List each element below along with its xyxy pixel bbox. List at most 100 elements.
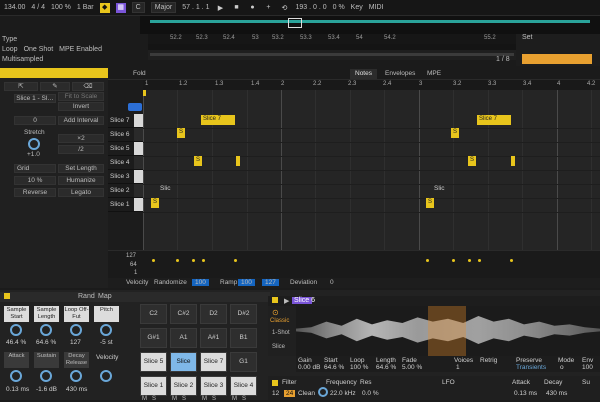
pitch-knob[interactable] [100,324,112,336]
decay-knob[interactable] [70,370,82,382]
clip-ruler[interactable]: 52.2 52.3 52.4 53 53.2 53.3 53.4 54 54.2… [148,34,516,44]
drum-pad[interactable]: Slice 5 [140,352,167,372]
interval-field[interactable]: 0 [14,116,56,125]
stretch-knob[interactable] [28,138,40,150]
velocity-dot[interactable] [468,259,471,262]
velocity-dot[interactable] [510,259,513,262]
velocity-dot[interactable] [452,259,455,262]
macro-sample-length[interactable]: Sample Length [34,306,59,322]
clip-scrollbar[interactable] [148,50,516,60]
drum-pad[interactable]: Slice 7 [200,352,227,372]
key-select[interactable]: C [131,2,145,13]
filter-slope-12[interactable]: 12 [272,390,279,397]
key-row[interactable]: Slice 1 [108,198,143,212]
clip-scroll-thumb[interactable] [150,53,514,56]
midi-note[interactable]: S [194,156,202,166]
drum-pad[interactable]: A1 [170,328,197,348]
randomize-field[interactable]: 100 [192,279,209,286]
frequency-knob[interactable] [318,387,328,397]
key-face[interactable] [134,142,143,155]
device-on-icon[interactable] [272,297,278,303]
position-field[interactable]: 57 . 1 . 1 [182,4,209,11]
filter-type-select[interactable]: Clean [298,390,315,397]
double-button[interactable]: ×2 [58,134,104,143]
deviation-field[interactable]: 0 [330,279,334,286]
preserve-select[interactable]: Transients [516,364,546,371]
one-shot-mode[interactable]: 1-Shot [272,330,290,336]
key-row[interactable]: Slice 4 [108,156,143,170]
solo-button[interactable]: S [242,396,246,402]
tool-erase-icon[interactable]: ⌫ [72,82,104,91]
overview-window[interactable] [288,18,302,28]
midi-note[interactable]: S [451,128,459,138]
loop-icon[interactable]: ⟲ [279,3,289,13]
drum-pad-selected[interactable]: Slice 6 [170,352,197,383]
humanize-amount[interactable]: 10 % [14,176,56,185]
play-icon[interactable]: ▶ [284,297,289,305]
filter-slope-24[interactable]: 24 [284,390,296,397]
drum-pad[interactable]: Slice 4 [230,376,257,396]
macro-decay[interactable]: Decay Release [64,352,89,368]
velocity-lane[interactable]: 127 64 1 [108,250,600,278]
key-row[interactable]: Slice 6 [108,128,143,142]
set-length-button[interactable]: Set Length [58,164,104,173]
gain-value[interactable]: 0.00 dB [298,364,320,371]
macro-pitch[interactable]: Pitch [94,306,119,322]
loop-value[interactable]: 100 % [350,364,368,371]
drum-pad[interactable]: Slice 1 [140,376,167,396]
midi-note[interactable]: S [468,156,476,166]
velocity-dot[interactable] [192,259,195,262]
classic-icon[interactable]: ⊙ [272,308,279,317]
zoom-field[interactable]: 100 % [51,4,71,11]
device-on-icon[interactable] [4,293,10,299]
midi-note[interactable]: Slice 7 [201,115,235,125]
half-button[interactable]: /2 [58,145,104,154]
sample-length-knob[interactable] [40,324,52,336]
macro-sample-start[interactable]: Sample Start [4,306,29,322]
length-value[interactable]: 64.6 % [376,364,396,371]
add-interval-button[interactable]: Add Interval [58,116,104,125]
beat-ruler[interactable]: 1 1.2 1.3 1.4 2 2.2 2.3 2.4 3 3.2 3.3 3.… [143,80,600,90]
link-icon[interactable]: ◆ [99,2,110,13]
voices-value[interactable]: 1 [456,364,460,371]
mpe-button[interactable]: MPE Enabled [59,46,102,53]
one-shot-button[interactable]: One Shot [24,46,54,53]
reverse-button[interactable]: Reverse [14,188,56,197]
key-face[interactable] [134,156,143,169]
midi-note[interactable]: S [426,198,434,208]
note-grid[interactable]: Slice 7 Slice 7 S S S S Slic Slic S S [143,90,600,250]
key-row[interactable]: Slice 3 [108,170,143,184]
res-value[interactable]: 0.0 % [362,390,379,397]
velocity-knob[interactable] [100,370,112,382]
fade-value[interactable]: 5.00 % [402,364,422,371]
mute-button[interactable]: M [142,396,147,402]
frequency-value[interactable]: 22.0 kHz [330,390,356,397]
key-face[interactable] [134,184,143,197]
record-icon[interactable]: ● [247,3,257,13]
map-button[interactable]: Map [98,293,112,300]
macro-loop[interactable]: Loop Off-Fut [64,306,89,322]
humanize-button[interactable]: Humanize [58,176,104,185]
scale-icon[interactable]: ▦ [115,2,126,13]
velocity-dot[interactable] [426,259,429,262]
velocity-dot[interactable] [202,259,205,262]
drum-pad[interactable]: C2 [140,304,167,324]
midi-note[interactable]: S [177,128,185,138]
velocity-dot[interactable] [234,259,237,262]
velocity-dot[interactable] [478,259,481,262]
midi-note[interactable] [236,156,240,166]
set-button[interactable]: Set [522,34,533,41]
overview-strip[interactable] [140,16,600,34]
solo-button[interactable]: S [212,396,216,402]
drum-pad[interactable]: D2 [200,304,227,324]
sustain-knob[interactable] [40,370,52,382]
play-icon[interactable]: ▶ [215,3,225,13]
key-row[interactable]: Slice 2 [108,184,143,198]
key-face[interactable] [134,114,143,127]
scale-select[interactable]: Major [150,2,177,13]
velocity-dot[interactable] [176,259,179,262]
env-value[interactable]: 100 [582,364,593,371]
invert-button[interactable]: Invert [58,102,104,111]
tab-mpe[interactable]: MPE [422,69,446,79]
tab-notes[interactable]: Notes [350,69,377,79]
